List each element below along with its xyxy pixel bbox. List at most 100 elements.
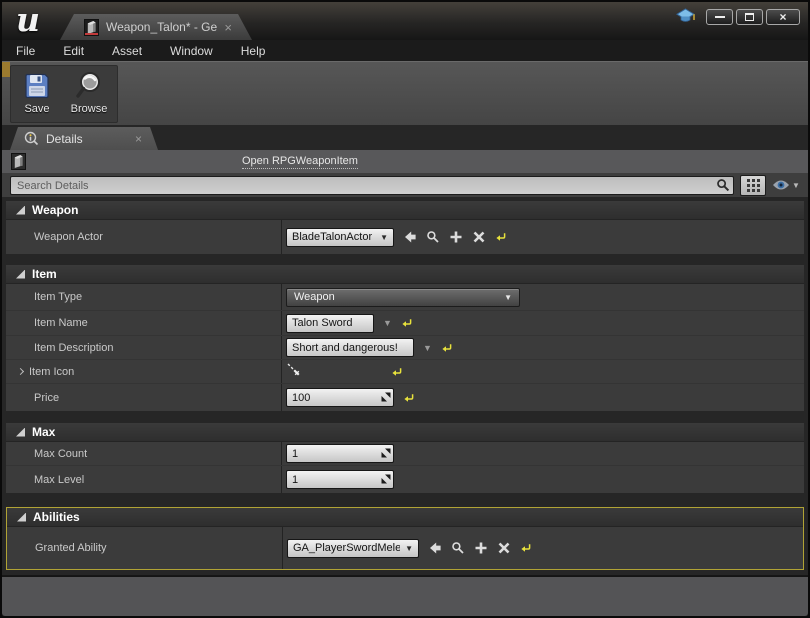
max-level-label: Max Level xyxy=(6,466,282,493)
section-abilities-header[interactable]: Abilities xyxy=(7,508,803,527)
chevron-down-icon: ▼ xyxy=(792,181,800,190)
menu-edit[interactable]: Edit xyxy=(63,44,98,58)
section-item-header[interactable]: Item xyxy=(6,265,804,284)
unreal-editor-window: u Weapon_Talon* - Generic × × xyxy=(0,0,810,618)
toolbar-corner-accent xyxy=(2,62,10,77)
reset-to-default-icon[interactable] xyxy=(520,542,532,554)
browse-button[interactable]: Browse xyxy=(63,66,115,122)
section-weapon-header[interactable]: Weapon xyxy=(6,201,804,220)
section-item-title: Item xyxy=(32,267,57,281)
asset-info-row: Open RPGWeaponItem xyxy=(2,150,808,173)
open-rpgweaponitem-link[interactable]: Open RPGWeaponItem xyxy=(242,155,358,169)
close-button[interactable]: × xyxy=(766,9,800,25)
menu-bar: File Edit Asset Window Help xyxy=(2,40,808,61)
browse-button-label: Browse xyxy=(71,103,108,115)
add-element-button[interactable] xyxy=(449,230,463,244)
search-row: ▼ xyxy=(2,173,808,197)
section-weapon: Weapon Weapon Actor BladeTalonActor ▼ xyxy=(6,201,804,254)
item-name-label: Item Name xyxy=(6,311,282,335)
chevron-down-icon: ▼ xyxy=(405,544,413,553)
chevron-down-icon[interactable]: ▼ xyxy=(383,318,392,328)
minimize-button[interactable] xyxy=(706,9,733,25)
item-type-dropdown[interactable]: Weapon ▼ xyxy=(286,288,520,307)
numeric-drag-icon[interactable] xyxy=(381,392,391,402)
save-button[interactable]: Save xyxy=(11,66,63,122)
max-count-label: Max Count xyxy=(6,442,282,465)
close-icon: × xyxy=(779,10,786,24)
reset-to-default-icon[interactable] xyxy=(441,342,453,354)
numeric-drag-icon[interactable] xyxy=(381,448,391,458)
weapon-actor-dropdown[interactable]: BladeTalonActor ▼ xyxy=(286,228,394,247)
window-controls: × xyxy=(706,9,800,25)
restore-button[interactable] xyxy=(736,9,763,25)
item-name-input[interactable] xyxy=(286,314,374,333)
item-icon-thumbnail[interactable] xyxy=(286,362,382,382)
browse-to-asset-button[interactable] xyxy=(451,541,465,555)
search-icon xyxy=(716,178,730,192)
chevron-down-icon[interactable]: ▼ xyxy=(423,343,432,353)
add-element-button[interactable] xyxy=(474,541,488,555)
asset-tab-title: Weapon_Talon* - Generic xyxy=(106,20,217,34)
item-description-label: Item Description xyxy=(6,336,282,359)
menu-help[interactable]: Help xyxy=(241,44,280,58)
details-tab[interactable]: Details × xyxy=(10,127,158,150)
expander-expanded-icon xyxy=(16,206,25,215)
row-item-description: Item Description ▼ xyxy=(6,336,804,360)
menu-asset[interactable]: Asset xyxy=(112,44,156,58)
property-matrix-button[interactable] xyxy=(740,175,766,196)
use-selected-asset-button[interactable] xyxy=(428,541,442,555)
item-type-value: Weapon xyxy=(294,291,335,303)
grid-icon xyxy=(747,179,760,192)
weapon-actor-label: Weapon Actor xyxy=(6,220,282,254)
reset-to-default-icon[interactable] xyxy=(391,366,403,378)
section-max: Max Max Count Max Level xyxy=(6,423,804,493)
price-label: Price xyxy=(6,384,282,411)
section-abilities-title: Abilities xyxy=(33,510,80,524)
item-description-input[interactable] xyxy=(286,338,414,357)
expander-collapsed-icon[interactable] xyxy=(17,368,24,375)
row-item-icon: Item Icon xyxy=(6,360,804,384)
granted-ability-label: Granted Ability xyxy=(7,527,283,569)
eye-icon xyxy=(772,179,790,191)
row-item-type: Item Type Weapon ▼ xyxy=(6,284,804,311)
weapon-actor-value: BladeTalonActor xyxy=(292,231,372,243)
expander-expanded-icon xyxy=(16,428,25,437)
item-type-label: Item Type xyxy=(6,284,282,310)
max-count-input[interactable] xyxy=(286,444,394,463)
price-input[interactable] xyxy=(286,388,394,407)
menu-window[interactable]: Window xyxy=(170,44,227,58)
menu-file[interactable]: File xyxy=(16,44,49,58)
section-weapon-title: Weapon xyxy=(32,203,78,217)
reset-to-default-icon[interactable] xyxy=(403,392,415,404)
reset-to-default-icon[interactable] xyxy=(401,317,413,329)
expander-expanded-icon xyxy=(17,513,26,522)
details-property-grid: Weapon Weapon Actor BladeTalonActor ▼ xyxy=(2,197,808,575)
view-options-button[interactable]: ▼ xyxy=(772,179,802,191)
toolbar-button-group: Save Browse xyxy=(10,65,118,123)
tutorial-graduation-cap-icon[interactable] xyxy=(675,7,696,26)
clear-button[interactable] xyxy=(497,541,511,555)
details-tab-close-icon[interactable]: × xyxy=(135,132,142,146)
asset-window-tab[interactable]: Weapon_Talon* - Generic × xyxy=(60,14,252,40)
status-footer xyxy=(2,576,808,616)
asset-tab-close-icon[interactable]: × xyxy=(224,20,232,35)
row-weapon-actor: Weapon Actor BladeTalonActor ▼ xyxy=(6,220,804,254)
section-max-header[interactable]: Max xyxy=(6,423,804,442)
chevron-down-icon: ▼ xyxy=(504,293,512,302)
reset-to-default-icon[interactable] xyxy=(495,231,507,243)
numeric-drag-icon[interactable] xyxy=(381,474,391,484)
panel-tab-bar: Details × xyxy=(2,125,808,150)
row-item-name: Item Name ▼ xyxy=(6,311,804,336)
clear-button[interactable] xyxy=(472,230,486,244)
search-details-input[interactable] xyxy=(10,176,734,195)
granted-ability-dropdown[interactable]: GA_PlayerSwordMelee ▼ xyxy=(287,539,419,558)
granted-ability-value: GA_PlayerSwordMelee xyxy=(293,542,400,554)
max-level-input[interactable] xyxy=(286,470,394,489)
row-price: Price xyxy=(6,384,804,411)
section-item: Item Item Type Weapon ▼ Item Name ▼ xyxy=(6,265,804,411)
use-selected-asset-button[interactable] xyxy=(403,230,417,244)
chevron-down-icon: ▼ xyxy=(380,233,388,242)
section-max-title: Max xyxy=(32,425,55,439)
browse-to-asset-button[interactable] xyxy=(426,230,440,244)
row-max-count: Max Count xyxy=(6,442,804,466)
